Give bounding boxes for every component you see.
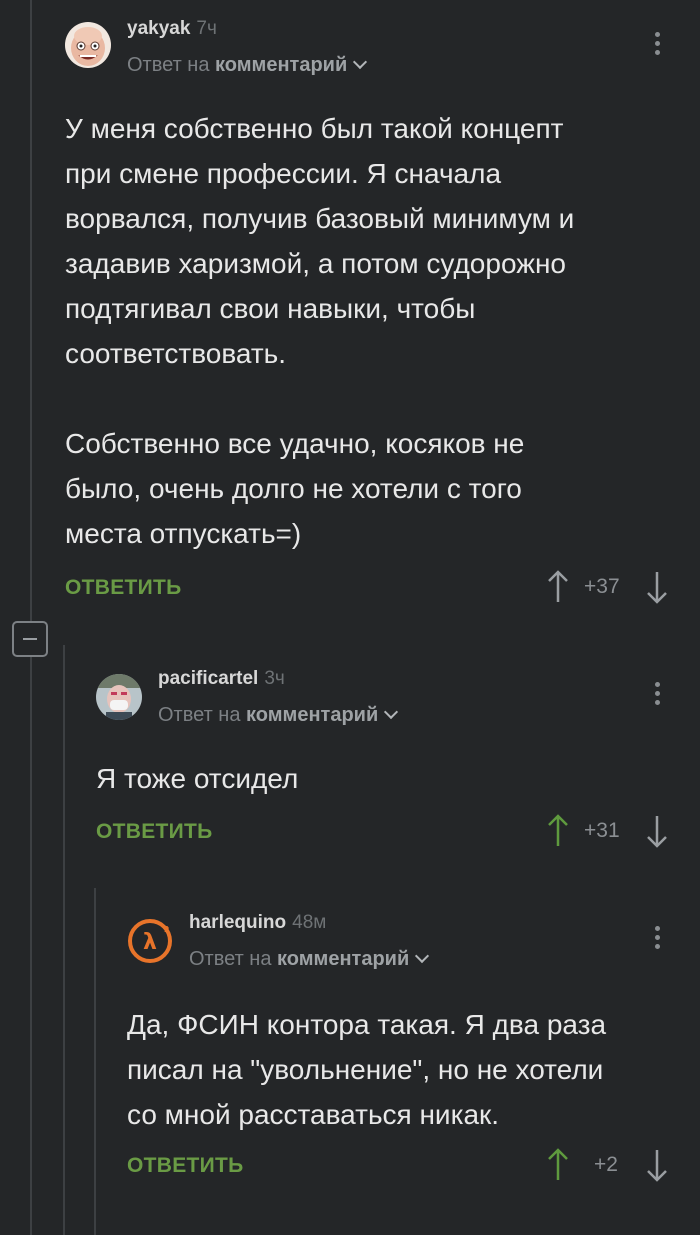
avatar-bald-face[interactable] xyxy=(65,22,111,68)
text-line: было, очень долго не хотели с того xyxy=(65,473,522,504)
text-line: У меня собственно был такой концепт xyxy=(65,113,564,144)
thread-line-level-3 xyxy=(94,888,96,1235)
reply-target[interactable]: комментарий xyxy=(277,948,409,970)
reply-prefix: Ответ на xyxy=(158,704,241,726)
comment-time: 3ч xyxy=(264,668,285,689)
downvote-arrow-icon[interactable] xyxy=(646,814,668,848)
reply-target[interactable]: комментарий xyxy=(246,704,378,726)
more-options-icon[interactable] xyxy=(655,682,661,709)
svg-text:λ: λ xyxy=(143,930,157,955)
reply-to-link[interactable]: Ответ на комментарий xyxy=(189,948,430,971)
text-line: ворвался, получив базовый минимум и xyxy=(65,203,575,234)
comment-username[interactable]: pacificartel 3ч xyxy=(158,668,285,690)
comment-time: 48м xyxy=(292,912,327,933)
reply-to-link[interactable]: Ответ на комментарий xyxy=(127,54,368,77)
thread-line-level-2 xyxy=(63,645,65,1235)
reply-button[interactable]: ОТВЕТИТЬ xyxy=(127,1154,244,1178)
avatar-half-life-logo[interactable]: λ 2 xyxy=(127,918,173,964)
comment-harlequino: λ 2 harlequino 48м Ответ на комментарий Д… xyxy=(127,912,700,1192)
vote-score: +2 xyxy=(594,1153,618,1176)
reply-button[interactable]: ОТВЕТИТЬ xyxy=(65,576,182,600)
reply-to-link[interactable]: Ответ на комментарий xyxy=(158,704,399,727)
comment-time: 7ч xyxy=(196,18,217,39)
more-options-icon[interactable] xyxy=(655,926,661,953)
username-text[interactable]: harlequino xyxy=(189,912,286,933)
avatar-mask-face[interactable] xyxy=(96,674,142,720)
username-text[interactable]: pacificartel xyxy=(158,668,258,689)
text-line: писал на "увольнение", но не хотели xyxy=(127,1054,604,1085)
upvote-arrow-icon[interactable] xyxy=(547,570,569,604)
text-line: подтягивал свои навыки, чтобы xyxy=(65,293,476,324)
thread-connector xyxy=(30,608,32,621)
reply-prefix: Ответ на xyxy=(127,54,210,76)
comment-text: Да, ФСИН контора такая. Я два раза писал… xyxy=(127,1002,606,1137)
reply-prefix: Ответ на xyxy=(189,948,272,970)
reply-button[interactable]: ОТВЕТИТЬ xyxy=(96,820,213,844)
vote-controls: +31 xyxy=(547,814,670,848)
more-options-icon[interactable] xyxy=(655,32,661,59)
text-line: при смене профессии. Я сначала xyxy=(65,158,502,189)
chevron-down-icon[interactable] xyxy=(353,54,368,70)
text-line: со мной расставаться никак. xyxy=(127,1099,500,1130)
upvote-arrow-icon[interactable] xyxy=(547,1148,569,1182)
svg-text:2: 2 xyxy=(164,925,170,934)
comment-text: Я тоже отсидел xyxy=(96,756,298,801)
collapse-thread-button[interactable] xyxy=(12,621,48,657)
reply-target[interactable]: комментарий xyxy=(215,54,347,76)
downvote-arrow-icon[interactable] xyxy=(646,570,668,604)
text-line: соответствовать. xyxy=(65,338,287,369)
thread-line-root xyxy=(30,0,32,608)
chevron-down-icon[interactable] xyxy=(384,704,399,720)
text-line: Я тоже отсидел xyxy=(96,763,299,794)
vote-controls: +2 xyxy=(547,1148,670,1182)
comment-text: У меня собственно был такой концепт при … xyxy=(65,106,574,556)
upvote-arrow-icon[interactable] xyxy=(547,814,569,848)
username-text[interactable]: yakyak xyxy=(127,18,190,39)
thread-line-root-lower xyxy=(30,657,32,1235)
text-line: задавив харизмой, а потом судорожно xyxy=(65,248,566,279)
vote-controls: +37 xyxy=(547,570,670,604)
comment-pacificartel: pacificartel 3ч Ответ на комментарий Я то… xyxy=(96,668,700,858)
text-line: места отпускать=) xyxy=(65,518,302,549)
chevron-down-icon[interactable] xyxy=(415,948,430,964)
comment-username[interactable]: yakyak 7ч xyxy=(127,18,217,40)
vote-score: +31 xyxy=(584,819,620,842)
text-line: Да, ФСИН контора такая. Я два раза xyxy=(127,1009,607,1040)
text-line: Собственно все удачно, косяков не xyxy=(65,428,525,459)
vote-score: +37 xyxy=(584,575,620,598)
downvote-arrow-icon[interactable] xyxy=(646,1148,668,1182)
comment-yakyak: yakyak 7ч Ответ на комментарий У меня соб… xyxy=(65,18,700,618)
comment-username[interactable]: harlequino 48м xyxy=(189,912,326,934)
